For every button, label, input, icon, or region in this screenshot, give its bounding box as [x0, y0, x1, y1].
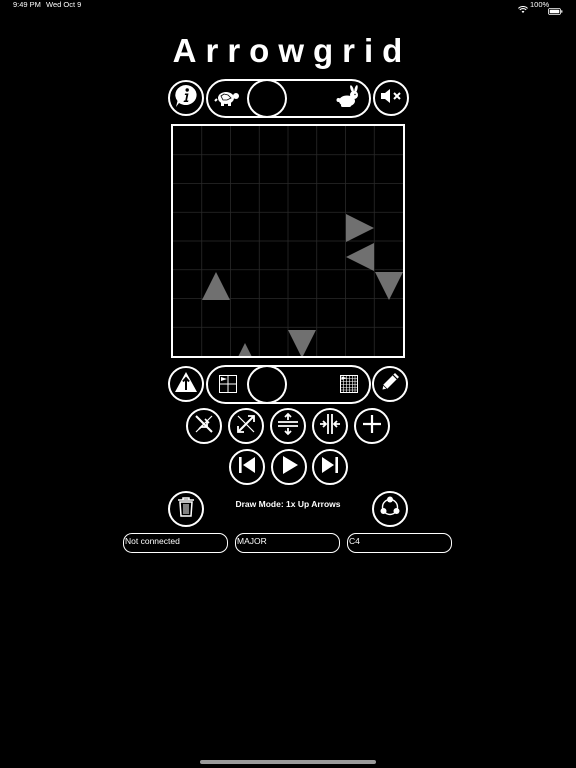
status-date: Wed Oct 9 [46, 0, 82, 9]
arrow-down[interactable] [288, 330, 316, 356]
arrow-up[interactable] [231, 343, 259, 356]
midi-connection-field[interactable]: Not connected [123, 533, 228, 553]
share-icon [378, 495, 402, 524]
expand-diagonal-button[interactable] [228, 408, 264, 444]
skip-back-icon [236, 454, 258, 481]
battery-percent: 100% [530, 0, 550, 9]
info-button[interactable] [168, 80, 204, 116]
horizontal-split-button[interactable] [312, 408, 348, 444]
shrink-diagonal-icon [192, 412, 216, 441]
small-grid-icon [219, 375, 237, 398]
home-indicator [200, 760, 376, 764]
up-arrow-triangle-icon [174, 371, 198, 398]
play-icon [278, 454, 300, 481]
pencil-icon [378, 370, 402, 399]
battery-icon [548, 2, 563, 20]
draw-mode-label: Draw Mode: 1x Up Arrows [235, 499, 341, 509]
trash-button[interactable] [168, 491, 204, 527]
play-button[interactable] [271, 449, 307, 485]
skip-forward-icon [319, 454, 341, 481]
status-time: 9:49 PM [13, 0, 41, 9]
arrow-up[interactable] [202, 272, 230, 300]
arrow-left[interactable] [346, 243, 374, 271]
arrow-right[interactable] [346, 214, 374, 242]
app-title: Arrowgrid [172, 32, 412, 69]
add-button[interactable] [354, 408, 390, 444]
arrow-grid[interactable] [171, 124, 405, 358]
shrink-diagonal-button[interactable] [186, 408, 222, 444]
skip-forward-button[interactable] [312, 449, 348, 485]
speed-slider-knob[interactable] [247, 79, 287, 118]
rabbit-icon [335, 85, 361, 114]
info-icon [173, 83, 199, 114]
mute-button[interactable] [373, 80, 409, 116]
trash-icon [176, 496, 196, 523]
plus-icon [360, 412, 384, 441]
arrow-grid-canvas[interactable] [173, 126, 403, 356]
grid-size-slider-knob[interactable] [247, 365, 287, 404]
vertical-split-button[interactable] [270, 408, 306, 444]
arrow-down[interactable] [375, 272, 403, 300]
large-grid-icon [340, 375, 358, 398]
wifi-icon [518, 1, 528, 19]
scale-field[interactable]: MAJOR [235, 533, 340, 553]
arrow-mode-button[interactable] [168, 366, 204, 402]
expand-diagonal-icon [234, 412, 258, 441]
horizontal-split-icon [318, 412, 342, 441]
draw-button[interactable] [372, 366, 408, 402]
turtle-icon [214, 87, 240, 114]
share-button[interactable] [372, 491, 408, 527]
root-note-field[interactable]: C4 [347, 533, 452, 553]
vertical-split-icon [276, 412, 300, 441]
speaker-mute-icon [379, 86, 403, 111]
skip-back-button[interactable] [229, 449, 265, 485]
